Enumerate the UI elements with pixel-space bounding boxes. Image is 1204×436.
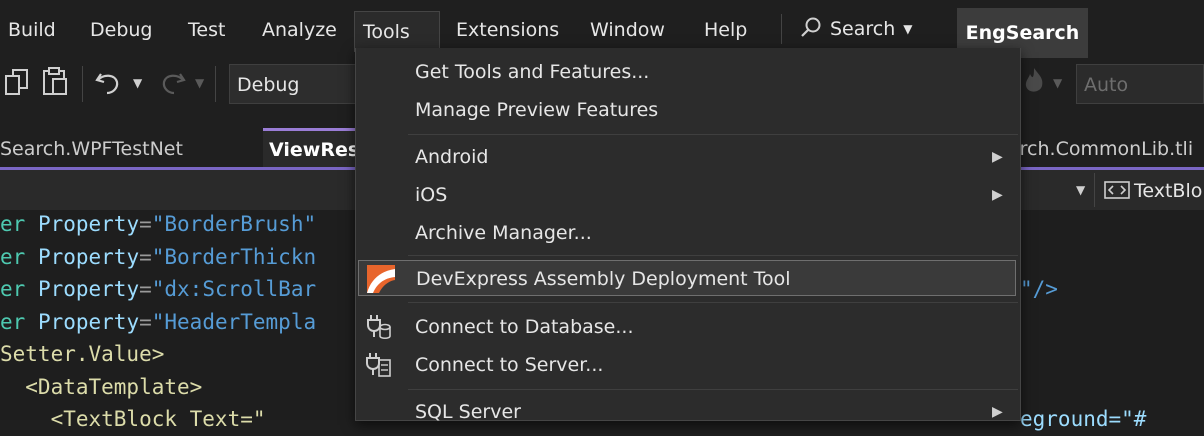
search-label: Search (830, 18, 896, 40)
code-line: er Property="BorderBrush" (0, 212, 317, 236)
code-line: er Property="BorderThickn (0, 245, 317, 269)
toolbar-divider (82, 66, 83, 102)
chevron-down-icon[interactable]: ▼ (1076, 183, 1085, 197)
code-line: er Property="dx:ScrollBar (0, 277, 317, 301)
menu-analyze[interactable]: Analyze (254, 10, 345, 50)
tab-commonlib[interactable]: arch.CommonLib.tli (1008, 128, 1193, 168)
chevron-down-icon[interactable]: ▼ (133, 76, 142, 90)
menu-test[interactable]: Test (180, 10, 233, 50)
chevron-right-icon: ▶ (992, 404, 1003, 420)
code-line-tail: "/> (1020, 277, 1058, 301)
menu-help[interactable]: Help (696, 10, 755, 50)
code-line: Setter.Value> (0, 342, 165, 366)
menu-separator (408, 134, 1018, 135)
menu-item-get-tools[interactable]: Get Tools and Features... (356, 54, 1018, 90)
copy-icon[interactable] (4, 68, 30, 101)
chevron-down-icon[interactable]: ▼ (1053, 76, 1062, 90)
tab-wpftestnet[interactable]: Search.WPFTestNet (0, 128, 183, 168)
menu-divider (781, 14, 782, 44)
chevron-right-icon: ▶ (992, 187, 1003, 203)
menu-separator (408, 302, 1018, 303)
chevron-right-icon: ▶ (992, 149, 1003, 165)
devexpress-icon (367, 265, 395, 293)
menu-item-sql-server[interactable]: SQL Server ▶ (356, 394, 1018, 430)
search-icon (801, 17, 821, 37)
platform-select[interactable]: Auto (1076, 64, 1204, 104)
menu-item-connect-database[interactable]: Connect to Database... (356, 309, 1018, 345)
undo-icon[interactable] (95, 70, 123, 101)
member-dropdown[interactable]: TextBlo (1104, 176, 1202, 206)
menu-build[interactable]: Build (0, 10, 64, 50)
redo-icon[interactable] (158, 70, 186, 101)
database-plug-icon (364, 313, 392, 341)
solution-configuration-select[interactable]: Debug (229, 64, 357, 104)
member-dropdown-label: TextBlo (1134, 180, 1203, 202)
chevron-down-icon[interactable]: ▼ (195, 76, 204, 90)
tools-menu: Get Tools and Features... Manage Preview… (355, 48, 1021, 423)
menu-item-devexpress-deployment[interactable]: DevExpress Assembly Deployment Tool (358, 260, 1016, 296)
code-line: er Property="HeaderTempla (0, 310, 317, 334)
toolbar-divider (215, 66, 216, 102)
code-element-icon (1104, 181, 1130, 199)
server-plug-icon (364, 351, 392, 379)
menu-debug[interactable]: Debug (82, 10, 160, 50)
search-button[interactable]: Search ▼ (800, 10, 913, 48)
paste-icon[interactable] (42, 66, 68, 101)
menu-separator (408, 255, 1018, 256)
menu-item-android[interactable]: Android ▶ (356, 139, 1018, 175)
menu-window[interactable]: Window (582, 10, 673, 50)
menu-separator (408, 389, 1018, 390)
chevron-down-icon: ▼ (903, 22, 913, 36)
menu-item-connect-server[interactable]: Connect to Server... (356, 347, 1018, 383)
menu-extensions[interactable]: Extensions (448, 10, 567, 50)
code-line: <DataTemplate> (0, 375, 203, 399)
menu-item-archive-manager[interactable]: Archive Manager... (356, 215, 1018, 251)
nav-divider (1094, 173, 1095, 207)
hot-reload-icon[interactable] (1022, 66, 1046, 101)
menu-tools[interactable]: Tools (354, 11, 440, 52)
menu-item-manage-preview[interactable]: Manage Preview Features (356, 92, 1018, 128)
menu-item-ios[interactable]: iOS ▶ (356, 177, 1018, 213)
